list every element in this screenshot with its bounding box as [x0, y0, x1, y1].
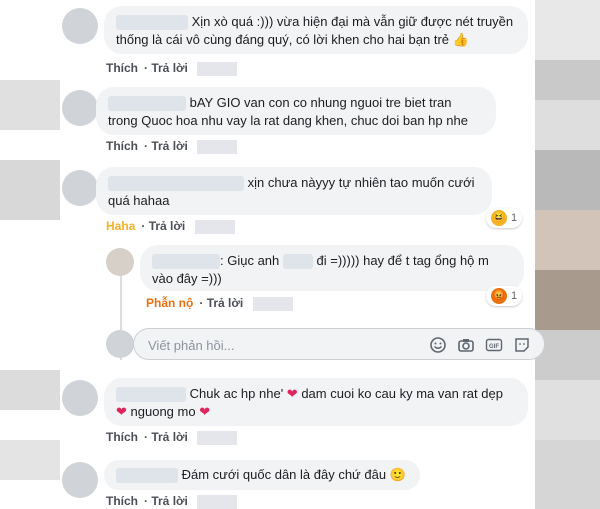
- like-link[interactable]: Thích: [106, 61, 138, 75]
- reply-actions: Phẫn nộ · Trả lời: [146, 296, 299, 311]
- reply-input[interactable]: [146, 335, 410, 355]
- haha-icon: 😆: [491, 210, 507, 226]
- comment-bubble: bAY GIO van con co nhung nguoi tre biet …: [96, 87, 496, 135]
- avatar[interactable]: [62, 8, 98, 44]
- reaction-count[interactable]: 😡 1: [486, 286, 523, 306]
- avatar[interactable]: [62, 380, 98, 416]
- reaction-count[interactable]: 😆 1: [486, 208, 523, 228]
- author-name-blurred[interactable]: [116, 468, 178, 484]
- comment-actions: Thích · Trả lời: [106, 139, 243, 154]
- reply-link[interactable]: Trả lời: [151, 494, 188, 508]
- comment-bubble: xịn chưa nàyyy tự nhiên tao muốn cưới qu…: [96, 167, 492, 215]
- svg-text:GIF: GIF: [489, 344, 499, 350]
- heart-icon: ❤: [116, 404, 127, 419]
- comment-actions: Thích · Trả lời: [106, 61, 243, 76]
- smile-icon[interactable]: [429, 336, 447, 354]
- heart-icon: ❤: [199, 404, 211, 419]
- timestamp-blurred: [197, 430, 238, 445]
- name-blurred: [282, 254, 313, 270]
- heart-icon: ❤: [286, 386, 298, 401]
- avatar[interactable]: [106, 248, 134, 276]
- reply-link[interactable]: Trả lời: [151, 61, 188, 75]
- like-link[interactable]: Thích: [106, 139, 138, 153]
- author-name-blurred[interactable]: [116, 15, 188, 31]
- author-name-blurred[interactable]: [108, 96, 186, 112]
- author-name-blurred[interactable]: [152, 254, 220, 270]
- pixelated-left-strip: [0, 0, 60, 509]
- sticker-icon[interactable]: [513, 336, 531, 354]
- reaction-label[interactable]: Phẫn nộ: [146, 296, 193, 310]
- timestamp-blurred: [197, 494, 238, 509]
- thumbs-up-icon: 👍: [452, 32, 469, 47]
- comment-bubble: Đám cưới quốc dân là đây chứ đâu 🙂: [104, 460, 420, 490]
- reply-bubble: : Giục anh đi =))))) hay để t tag ổng hộ…: [140, 245, 524, 291]
- author-name-blurred[interactable]: [116, 387, 186, 403]
- timestamp-blurred: [197, 61, 238, 76]
- avatar[interactable]: [62, 90, 98, 126]
- avatar[interactable]: [62, 462, 98, 498]
- reply-link[interactable]: Trả lời: [151, 430, 188, 444]
- comment-bubble: Xịn xò quá :))) vừa hiện đại mà vẫn giữ …: [104, 6, 528, 54]
- like-link[interactable]: Thích: [106, 430, 138, 444]
- gif-icon[interactable]: GIF: [485, 336, 503, 354]
- author-name-blurred[interactable]: [108, 176, 244, 192]
- timestamp-blurred: [197, 139, 238, 154]
- avatar[interactable]: [62, 170, 98, 206]
- reply-link[interactable]: Trả lời: [149, 219, 186, 233]
- comment-bubble: Chuk ac hp nhe' ❤ dam cuoi ko cau ky ma …: [104, 378, 528, 426]
- like-link[interactable]: Thích: [106, 494, 138, 508]
- comment-actions: Thích · Trả lời: [106, 430, 243, 445]
- reaction-label[interactable]: Haha: [106, 219, 135, 233]
- timestamp-blurred: [252, 296, 293, 311]
- camera-icon[interactable]: [457, 336, 475, 354]
- timestamp-blurred: [194, 219, 235, 234]
- comment-actions: Thích · Trả lời: [106, 494, 243, 509]
- reply-box[interactable]: GIF: [133, 328, 545, 360]
- angry-icon: 😡: [491, 288, 507, 304]
- reply-link[interactable]: Trả lời: [151, 139, 188, 153]
- avatar: [106, 330, 134, 358]
- reply-link[interactable]: Trả lời: [207, 296, 244, 310]
- smile-icon: 🙂: [389, 467, 406, 482]
- pixelated-background: [535, 0, 600, 509]
- comment-actions: Haha · Trả lời: [106, 219, 241, 234]
